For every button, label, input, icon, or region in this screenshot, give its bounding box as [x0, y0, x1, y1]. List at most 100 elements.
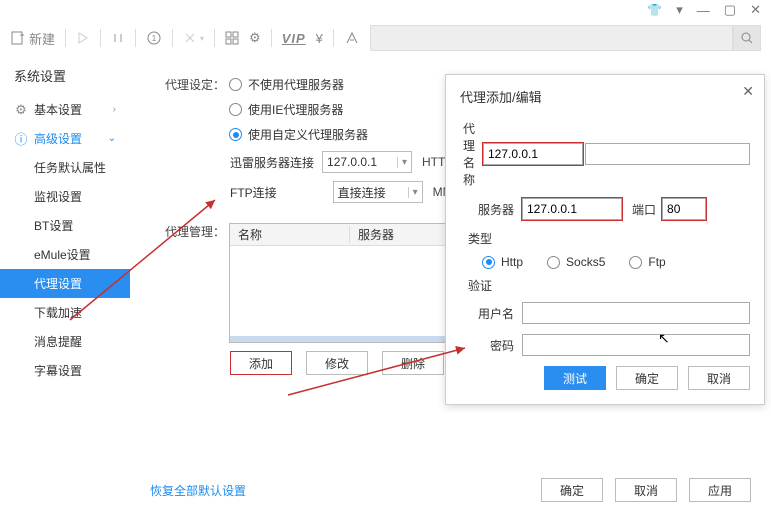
add-button[interactable]: 添加: [230, 351, 292, 375]
radio-ie-proxy[interactable]: 使用IE代理服务器: [229, 101, 343, 118]
qr-button[interactable]: [225, 31, 239, 45]
radio-label: 使用自定义代理服务器: [248, 126, 368, 143]
search-button[interactable]: [733, 25, 761, 51]
maximize-button[interactable]: ▢: [724, 2, 736, 18]
delete-button[interactable]: ▾: [183, 31, 204, 45]
restore-defaults-link[interactable]: 恢复全部默认设置: [150, 482, 246, 499]
username-input[interactable]: [522, 302, 750, 324]
sidebar-subitems: 任务默认属性 监视设置 BT设置 eMule设置 代理设置 下载加速 消息提醒 …: [0, 153, 130, 385]
edit-button[interactable]: 修改: [306, 351, 368, 375]
radio-icon: [547, 256, 560, 269]
ftp-select[interactable]: 直接连接: [333, 181, 423, 203]
radio-icon: [229, 78, 242, 91]
toolbar: 新建 1 ▾ ⚙ VIP ¥: [0, 20, 771, 56]
password-input[interactable]: [522, 334, 750, 356]
separator: [65, 29, 66, 47]
rocket-icon: [344, 30, 360, 46]
select-value: 直接连接: [338, 184, 386, 201]
pause-button[interactable]: [111, 31, 125, 45]
radio-label: Http: [501, 255, 523, 269]
separator: [100, 29, 101, 47]
radio-label: Socks5: [566, 255, 605, 269]
gear-icon: ⚙: [249, 30, 261, 46]
proxy-name-input[interactable]: [483, 143, 583, 165]
sidebar-item-bt[interactable]: BT设置: [0, 211, 130, 240]
type-heading: 类型: [468, 230, 750, 247]
info-icon: ⓘ: [14, 132, 28, 146]
dialog-title: 代理添加/编辑: [460, 87, 750, 106]
play-icon: [76, 31, 90, 45]
wallet-icon: ¥: [316, 31, 323, 46]
proxy-name-label: 代理名称: [460, 120, 475, 188]
separator: [271, 29, 272, 47]
port-input[interactable]: [662, 198, 706, 220]
search-container: [370, 25, 761, 51]
rocket-button[interactable]: [344, 30, 360, 46]
radio-custom-proxy[interactable]: 使用自定义代理服务器: [229, 126, 368, 143]
close-button[interactable]: ✕: [750, 2, 761, 18]
radio-icon: [229, 103, 242, 116]
radio-icon: [229, 128, 242, 141]
sidebar-title: 系统设置: [0, 66, 130, 95]
priority-button[interactable]: 1: [146, 30, 162, 46]
dialog-cancel-button[interactable]: 取消: [688, 366, 750, 390]
radio-no-proxy[interactable]: 不使用代理服务器: [229, 76, 344, 93]
menu-dropdown-icon[interactable]: ▾: [676, 2, 683, 18]
sidebar-section-advanced[interactable]: ⓘ 高级设置 ⌄: [0, 124, 130, 153]
separator: [135, 29, 136, 47]
radio-ftp[interactable]: Ftp: [629, 255, 665, 269]
chevron-right-icon: ›: [113, 104, 116, 115]
apply-button[interactable]: 应用: [689, 478, 751, 502]
password-label: 密码: [460, 337, 514, 354]
proxy-settings-label: 代理设定：: [150, 76, 225, 93]
sidebar-item-notify[interactable]: 消息提醒: [0, 327, 130, 356]
radio-http[interactable]: Http: [482, 255, 523, 269]
xl-conn-label: 迅雷服务器连接: [230, 154, 314, 171]
wallet-button[interactable]: ¥: [316, 31, 323, 46]
pause-icon: [111, 31, 125, 45]
settings-button[interactable]: ⚙: [249, 30, 261, 46]
auth-heading: 验证: [468, 277, 750, 294]
sidebar-item-task-defaults[interactable]: 任务默认属性: [0, 153, 130, 182]
play-button[interactable]: [76, 31, 90, 45]
radio-label: 使用IE代理服务器: [248, 101, 343, 118]
radio-icon: [482, 256, 495, 269]
section-label: 高级设置: [34, 130, 82, 147]
qr-icon: [225, 31, 239, 45]
ok-button[interactable]: 确定: [541, 478, 603, 502]
sidebar-item-subtitle[interactable]: 字幕设置: [0, 356, 130, 385]
sidebar-item-proxy[interactable]: 代理设置: [0, 269, 130, 298]
sidebar-item-accel[interactable]: 下载加速: [0, 298, 130, 327]
ftp-label: FTP连接: [230, 184, 277, 201]
separator: [214, 29, 215, 47]
dialog-close-button[interactable]: ✕: [742, 83, 754, 100]
sidebar: 系统设置 ⚙ 基本设置 › ⓘ 高级设置 ⌄ 任务默认属性 监视设置 BT设置 …: [0, 56, 130, 516]
select-value: 127.0.0.1: [327, 155, 377, 169]
cursor-icon: ↖: [658, 330, 670, 347]
cancel-button[interactable]: 取消: [615, 478, 677, 502]
footer: 恢复全部默认设置 确定 取消 应用: [150, 478, 751, 502]
search-icon: [740, 31, 754, 45]
delete-button[interactable]: 删除: [382, 351, 444, 375]
vip-button[interactable]: VIP: [282, 31, 306, 46]
delete-icon: [183, 31, 197, 45]
sidebar-item-monitor[interactable]: 监视设置: [0, 182, 130, 211]
skin-icon[interactable]: 👕: [647, 3, 662, 17]
sidebar-section-basic[interactable]: ⚙ 基本设置 ›: [0, 95, 130, 124]
xl-conn-select[interactable]: 127.0.0.1: [322, 151, 412, 173]
dialog-ok-button[interactable]: 确定: [616, 366, 678, 390]
col-name: 名称: [230, 226, 350, 243]
radio-socks5[interactable]: Socks5: [547, 255, 605, 269]
section-label: 基本设置: [34, 101, 82, 118]
proxy-name-input-ext[interactable]: [585, 143, 750, 165]
new-button[interactable]: 新建: [10, 29, 55, 48]
server-input[interactable]: [522, 198, 622, 220]
proxy-edit-dialog: 代理添加/编辑 ✕ 代理名称 服务器 端口 类型 Http Socks5 Ftp…: [445, 74, 765, 405]
sidebar-item-emule[interactable]: eMule设置: [0, 240, 130, 269]
minimize-button[interactable]: —: [697, 3, 710, 18]
test-button[interactable]: 测试: [544, 366, 606, 390]
separator: [333, 29, 334, 47]
username-label: 用户名: [460, 305, 514, 322]
search-input[interactable]: [370, 25, 733, 51]
new-icon: [10, 30, 26, 46]
